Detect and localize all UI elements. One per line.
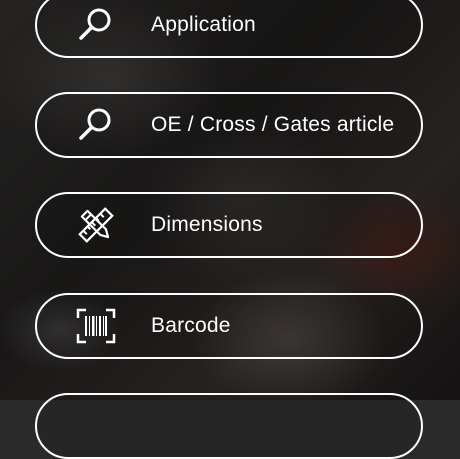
dimensions-label: Dimensions — [151, 213, 263, 236]
barcode-scan-icon — [75, 305, 117, 347]
barcode-button[interactable]: Barcode — [35, 293, 423, 359]
search-icon — [75, 4, 117, 46]
menu-button-partial[interactable] — [35, 393, 423, 459]
barcode-label: Barcode — [151, 314, 231, 337]
ruler-pencil-icon — [75, 204, 117, 246]
application-label: Application — [151, 13, 256, 36]
oe-cross-gates-article-label: OE / Cross / Gates article — [151, 113, 395, 136]
application-search-button[interactable]: Application — [35, 0, 423, 58]
oe-cross-gates-article-button[interactable]: OE / Cross / Gates article — [35, 92, 423, 158]
search-icon — [75, 104, 117, 146]
search-menu: Application OE / Cross / Gates article D… — [0, 0, 460, 459]
dimensions-button[interactable]: Dimensions — [35, 192, 423, 258]
